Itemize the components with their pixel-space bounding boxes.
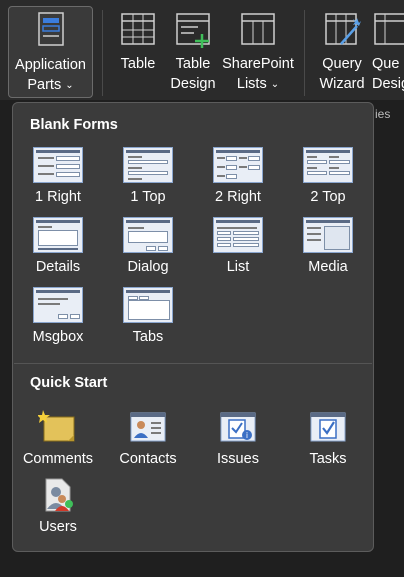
application-parts-icon	[32, 11, 70, 49]
chevron-down-icon: ⌄	[65, 80, 74, 91]
form-dialog[interactable]: Dialog	[108, 217, 188, 281]
comments-icon	[37, 409, 78, 445]
form-2-top-thumbnail-icon	[303, 147, 353, 183]
form-media-label: Media	[308, 259, 348, 275]
query-design-label: Que Desig	[372, 56, 404, 92]
query-wizard-label: Query Wizard	[319, 56, 365, 92]
query-design-icon	[372, 10, 404, 48]
sharepoint-list-icon	[239, 10, 277, 48]
application-parts-label: Application Parts ⌄	[15, 55, 86, 97]
quick-start-users[interactable]: Users	[18, 477, 98, 541]
form-details[interactable]: Details	[18, 217, 98, 281]
chevron-down-icon: ⌄	[270, 79, 280, 90]
contacts-icon	[128, 409, 168, 445]
form-tabs[interactable]: Tabs	[108, 287, 188, 351]
ribbon-group-label: ies	[375, 107, 391, 121]
form-2-top-label: 2 Top	[310, 189, 346, 205]
form-list-thumbnail-icon	[213, 217, 263, 253]
section-divider	[14, 363, 372, 364]
query-wizard-icon	[323, 10, 361, 48]
ribbon-separator	[102, 10, 103, 96]
form-1-top-label: 1 Top	[130, 189, 166, 205]
table-label: Table	[120, 56, 156, 72]
table-design-button[interactable]: Table Design	[166, 6, 220, 98]
form-1-top[interactable]: 1 Top	[108, 147, 188, 211]
contacts-label: Contacts	[119, 451, 177, 467]
form-details-thumbnail-icon	[33, 217, 83, 253]
form-1-right-thumbnail-icon	[33, 147, 83, 183]
form-media[interactable]: Media	[288, 217, 368, 281]
query-design-button[interactable]: Que Desig	[372, 6, 404, 98]
query-wizard-button[interactable]: Query Wizard	[316, 6, 368, 98]
tasks-icon	[308, 409, 348, 445]
form-list[interactable]: List	[198, 217, 278, 281]
table-design-label: Table Design	[170, 56, 216, 92]
quick-start-contacts[interactable]: Contacts	[108, 409, 188, 473]
form-2-right-thumbnail-icon	[213, 147, 263, 183]
issues-label: Issues	[217, 451, 259, 467]
quick-start-issues[interactable]: i Issues	[198, 409, 278, 473]
table-design-icon	[174, 10, 212, 48]
issues-icon: i	[218, 409, 258, 445]
sharepoint-lists-label: SharePoint Lists ⌄	[222, 54, 294, 96]
table-button[interactable]: Table	[112, 6, 164, 98]
table-icon	[119, 10, 157, 48]
form-msgbox-thumbnail-icon	[33, 287, 83, 323]
sharepoint-lists-button[interactable]: SharePoint Lists ⌄	[221, 6, 295, 98]
form-msgbox-label: Msgbox	[32, 329, 84, 345]
application-parts-menu: Blank Forms 1 Right 1 Top 2 Right 2 Top …	[12, 102, 374, 552]
form-2-right-label: 2 Right	[215, 189, 261, 205]
ribbon: Application Parts ⌄ Table Table Design S…	[0, 0, 404, 121]
svg-text:i: i	[246, 431, 248, 440]
form-1-right[interactable]: 1 Right	[18, 147, 98, 211]
blank-forms-heading: Blank Forms	[30, 117, 118, 133]
form-dialog-label: Dialog	[127, 259, 169, 275]
form-2-top[interactable]: 2 Top	[288, 147, 368, 211]
form-tabs-label: Tabs	[132, 329, 164, 345]
form-list-label: List	[226, 259, 250, 275]
form-tabs-thumbnail-icon	[123, 287, 173, 323]
comments-label: Comments	[22, 451, 94, 467]
users-label: Users	[39, 519, 77, 535]
quick-start-heading: Quick Start	[30, 375, 108, 391]
quick-start-tasks[interactable]: Tasks	[288, 409, 368, 473]
quick-start-comments[interactable]: Comments	[18, 409, 98, 473]
form-details-label: Details	[35, 259, 81, 275]
users-icon	[38, 477, 78, 513]
form-2-right[interactable]: 2 Right	[198, 147, 278, 211]
form-media-thumbnail-icon	[303, 217, 353, 253]
form-msgbox[interactable]: Msgbox	[18, 287, 98, 351]
form-1-top-thumbnail-icon	[123, 147, 173, 183]
tasks-label: Tasks	[309, 451, 347, 467]
application-parts-button[interactable]: Application Parts ⌄	[8, 6, 93, 98]
ribbon-separator	[304, 10, 305, 96]
form-1-right-label: 1 Right	[35, 189, 81, 205]
form-dialog-thumbnail-icon	[123, 217, 173, 253]
